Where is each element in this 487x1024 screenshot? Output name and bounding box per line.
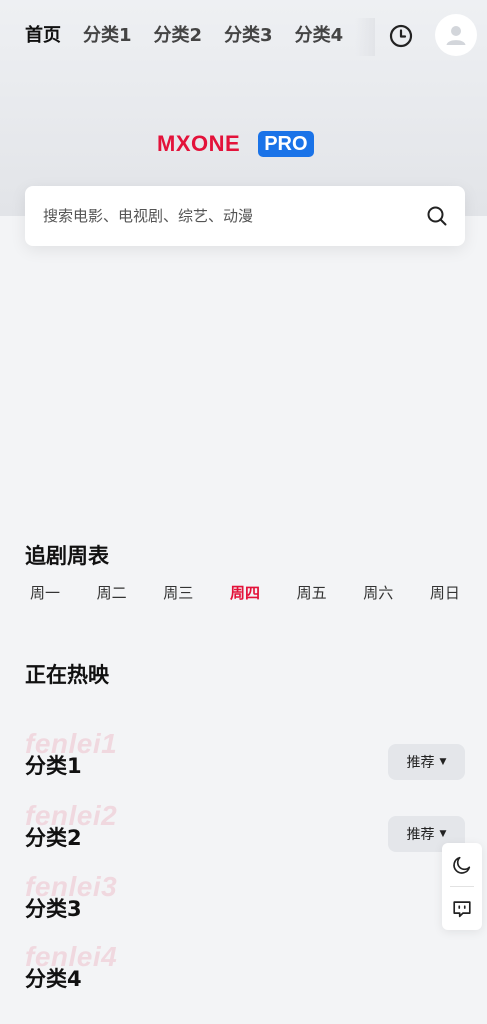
weekday-wed[interactable]: 周三 bbox=[158, 582, 198, 604]
user-avatar-button[interactable] bbox=[435, 14, 477, 56]
nav-scroll-fade bbox=[355, 18, 375, 56]
category-title[interactable]: 分类4 bbox=[25, 963, 82, 993]
search-box bbox=[25, 186, 465, 246]
weekday-fri[interactable]: 周五 bbox=[292, 582, 332, 604]
search-button[interactable] bbox=[425, 204, 449, 228]
weekday-sun[interactable]: 周日 bbox=[425, 582, 465, 604]
category-section-3: fenlei3 分类3 bbox=[25, 871, 465, 927]
sort-dropdown-label: 推荐 bbox=[406, 755, 435, 771]
nav-tab-home[interactable]: 首页 bbox=[25, 24, 61, 48]
nav-tab-category-1[interactable]: 分类1 bbox=[83, 24, 132, 48]
schedule-title: 追剧周表 bbox=[25, 544, 109, 568]
feedback-icon bbox=[453, 900, 471, 917]
top-nav: 首页 分类1 分类2 分类3 分类4 bbox=[0, 0, 487, 72]
weekday-sat[interactable]: 周六 bbox=[358, 582, 398, 604]
dark-mode-toggle[interactable] bbox=[442, 843, 482, 886]
sort-dropdown[interactable]: 推荐 ▼ bbox=[388, 744, 465, 780]
nav-tab-category-3[interactable]: 分类3 bbox=[224, 24, 273, 48]
weekday-thu[interactable]: 周四 bbox=[225, 582, 265, 604]
clock-icon bbox=[389, 24, 413, 48]
search-icon bbox=[427, 206, 447, 226]
user-icon bbox=[446, 26, 466, 45]
category-section-2: fenlei2 分类2 推荐 ▼ bbox=[25, 800, 465, 856]
nav-tab-category-2[interactable]: 分类2 bbox=[154, 24, 203, 48]
search-input[interactable] bbox=[43, 186, 413, 246]
nav-tab-category-4[interactable]: 分类4 bbox=[295, 24, 344, 48]
caret-down-icon: ▼ bbox=[439, 829, 447, 839]
logo-pro-badge: PRO bbox=[258, 131, 314, 157]
weekday-mon[interactable]: 周一 bbox=[25, 582, 65, 604]
history-button[interactable] bbox=[388, 23, 414, 49]
category-section-4: fenlei4 分类4 bbox=[25, 941, 465, 997]
nav-tabs: 首页 分类1 分类2 分类3 分类4 bbox=[25, 24, 373, 50]
category-title[interactable]: 分类3 bbox=[25, 893, 82, 923]
weekday-tabs: 周一 周二 周三 周四 周五 周六 周日 bbox=[25, 582, 465, 604]
weekday-tue[interactable]: 周二 bbox=[92, 582, 132, 604]
category-section-1: fenlei1 分类1 推荐 ▼ bbox=[25, 728, 465, 784]
category-title[interactable]: 分类1 bbox=[25, 750, 82, 780]
feedback-button[interactable] bbox=[442, 887, 482, 930]
now-showing-title: 正在热映 bbox=[25, 663, 109, 687]
site-logo[interactable]: MXONE PRO bbox=[157, 130, 314, 158]
moon-icon bbox=[453, 856, 471, 874]
caret-down-icon: ▼ bbox=[439, 757, 447, 767]
sort-dropdown-label: 推荐 bbox=[406, 827, 435, 843]
category-title[interactable]: 分类2 bbox=[25, 822, 82, 852]
floating-toolbar bbox=[442, 843, 482, 930]
logo-wordmark: MXONE bbox=[157, 131, 241, 156]
